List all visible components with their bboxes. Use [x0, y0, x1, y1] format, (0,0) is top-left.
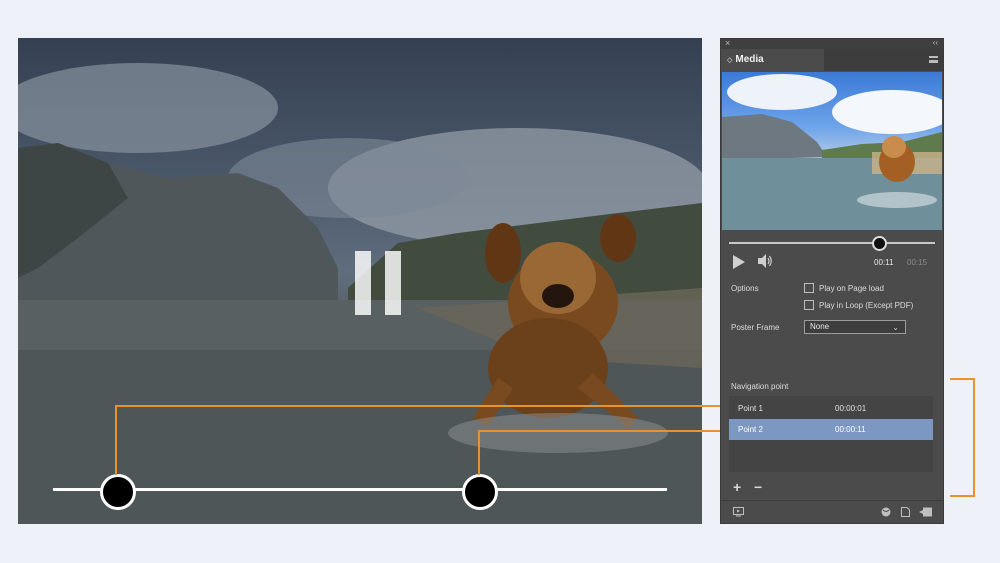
poster-frame-label: Poster Frame	[731, 323, 780, 332]
poster-frame-value: None	[810, 322, 830, 331]
add-icon[interactable]: +	[733, 479, 741, 495]
play-in-loop-label: Play in Loop (Except PDF)	[819, 301, 914, 310]
navigation-point-time: 00:00:11	[835, 425, 866, 434]
bracket-vertical	[973, 378, 975, 496]
callout-line-2-horizontal	[478, 430, 730, 432]
navigation-point-name: Point 2	[738, 425, 763, 434]
play-in-loop-checkbox[interactable]	[804, 300, 814, 310]
navigation-point-time: 00:00:01	[835, 404, 867, 413]
media-thumbnail	[722, 72, 942, 230]
timeline-track[interactable]	[53, 488, 667, 491]
callout-line-1-vertical	[115, 405, 117, 475]
volume-icon[interactable]	[757, 253, 773, 269]
navigation-point-marker-2[interactable]	[462, 474, 498, 510]
export-icon[interactable]	[919, 507, 933, 517]
play-on-page-load-checkbox[interactable]	[804, 283, 814, 293]
collapse-icon[interactable]: ‹‹	[933, 38, 938, 47]
callout-line-1-horizontal	[115, 405, 730, 407]
tab-chevron-icon: ◇	[727, 57, 733, 64]
playback-slider[interactable]	[729, 242, 935, 244]
callout-line-2-vertical	[478, 430, 480, 475]
navigation-point-label: Navigation point	[731, 382, 789, 391]
options-label: Options	[731, 284, 759, 293]
current-time: 00:11	[874, 258, 894, 267]
panel-topbar: × ‹‹	[721, 38, 943, 49]
poster-frame-select[interactable]: None ⌄	[804, 320, 906, 334]
play-icon[interactable]	[733, 255, 745, 269]
play-on-page-load-label: Play on Page load	[819, 284, 884, 293]
chevron-down-icon: ⌄	[892, 323, 899, 332]
close-icon[interactable]: ×	[725, 38, 730, 48]
navigation-point-row-selected[interactable]: Point 2 00:00:11	[729, 419, 933, 440]
page-icon[interactable]	[901, 507, 910, 517]
preview-icon[interactable]	[733, 507, 744, 517]
playback-slider-knob[interactable]	[871, 236, 887, 251]
tab-media-label: Media	[735, 54, 764, 65]
bracket-bottom	[950, 495, 975, 497]
panel-tab-row: ◇ Media	[721, 49, 943, 71]
media-panel: × ‹‹ ◇ Media 00:11 00:15 Options Play on …	[720, 38, 944, 524]
navigation-point-marker-1[interactable]	[100, 474, 136, 510]
tab-media[interactable]: ◇ Media	[721, 49, 824, 71]
bracket-top	[950, 378, 974, 380]
navigation-point-row[interactable]: Point 1 00:00:01	[729, 398, 933, 419]
panel-footer-divider	[721, 500, 943, 501]
thumbnail-image	[722, 74, 942, 230]
globe-icon[interactable]	[881, 507, 891, 517]
navigation-point-name: Point 1	[738, 404, 763, 413]
remove-icon[interactable]: −	[754, 479, 762, 495]
navigation-point-list: Point 1 00:00:01 Point 2 00:00:11	[729, 396, 933, 472]
panel-menu-icon[interactable]	[929, 56, 938, 63]
video-preview[interactable]	[18, 38, 702, 524]
pause-icon[interactable]	[355, 251, 401, 315]
total-time: 00:15	[907, 258, 928, 267]
